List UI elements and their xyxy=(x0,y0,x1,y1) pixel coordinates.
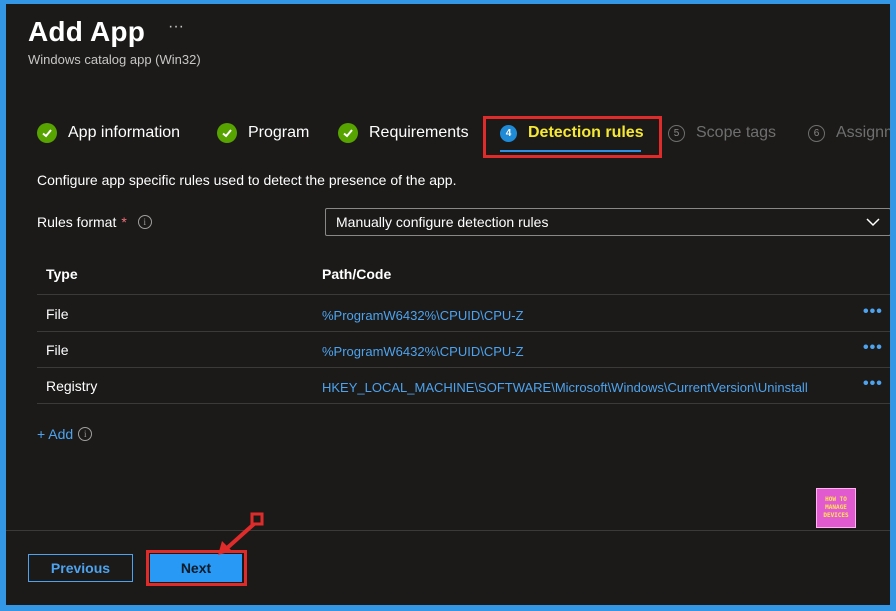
add-app-blade: Add App ··· Windows catalog app (Win32) … xyxy=(6,4,890,605)
checkmark-icon xyxy=(338,123,358,143)
row-1-more-icon[interactable]: ••• xyxy=(863,303,883,321)
step-label: App information xyxy=(68,124,181,141)
previous-button[interactable]: Previous xyxy=(28,554,133,582)
info-icon[interactable]: i xyxy=(78,427,93,441)
row-1-type: File xyxy=(46,306,69,322)
pointer-arrow-icon xyxy=(218,512,264,555)
step-program[interactable]: Program xyxy=(217,122,309,144)
column-header-type: Type xyxy=(46,266,78,282)
row-3-more-icon[interactable]: ••• xyxy=(863,375,883,393)
step-app-information[interactable]: App information xyxy=(37,122,180,144)
divider xyxy=(37,331,890,332)
rules-format-dropdown[interactable]: Manually configure detection rules xyxy=(325,208,890,236)
page-title: Add App xyxy=(28,16,145,47)
row-2-type: File xyxy=(46,342,69,358)
row-2-path-link[interactable]: %ProgramW6432%\CPUID\CPU-Z xyxy=(322,344,856,359)
step-assignments: 6 Assignm xyxy=(808,122,890,144)
step-scope-tags: 5 Scope tags xyxy=(668,122,776,144)
step-requirements[interactable]: Requirements xyxy=(338,122,469,144)
step-label: Program xyxy=(248,124,310,141)
chevron-down-icon xyxy=(866,218,880,227)
add-rule-link[interactable]: + Add i xyxy=(37,426,93,442)
highlight-box-detection-rules xyxy=(483,116,662,158)
how-to-manage-devices-logo: HOW TO MANAGE DEVICES xyxy=(816,488,856,528)
row-3-path-link[interactable]: HKEY_LOCAL_MACHINE\SOFTWARE\Microsoft\Wi… xyxy=(322,380,856,395)
rules-format-label: Rules format * i xyxy=(37,214,152,230)
step-number-badge: 5 xyxy=(668,124,685,142)
rules-format-label-text: Rules format xyxy=(37,214,117,230)
add-rule-label: + Add xyxy=(37,426,74,442)
logo-line-3: DEVICES xyxy=(823,512,849,519)
step-label: Assignm xyxy=(836,124,890,141)
divider xyxy=(37,294,890,295)
section-description: Configure app specific rules used to det… xyxy=(37,172,457,188)
column-header-path: Path/Code xyxy=(322,266,392,282)
logo-line-1: HOW TO xyxy=(825,496,847,503)
row-2-more-icon[interactable]: ••• xyxy=(863,339,883,357)
step-label: Requirements xyxy=(369,124,469,141)
checkmark-icon xyxy=(217,123,237,143)
info-icon[interactable]: i xyxy=(137,215,152,229)
rules-format-value: Manually configure detection rules xyxy=(336,214,549,230)
divider xyxy=(37,367,890,368)
page-subtitle: Windows catalog app (Win32) xyxy=(28,52,201,67)
checkmark-icon xyxy=(37,123,57,143)
more-actions-icon[interactable]: ··· xyxy=(168,18,184,36)
footer-divider xyxy=(6,530,890,531)
step-label: Scope tags xyxy=(696,124,777,141)
row-3-type: Registry xyxy=(46,378,98,394)
logo-line-2: MANAGE xyxy=(825,504,847,511)
required-asterisk: * xyxy=(121,214,127,230)
step-number-badge: 6 xyxy=(808,124,825,142)
row-1-path-link[interactable]: %ProgramW6432%\CPUID\CPU-Z xyxy=(322,308,856,323)
divider xyxy=(37,403,890,404)
